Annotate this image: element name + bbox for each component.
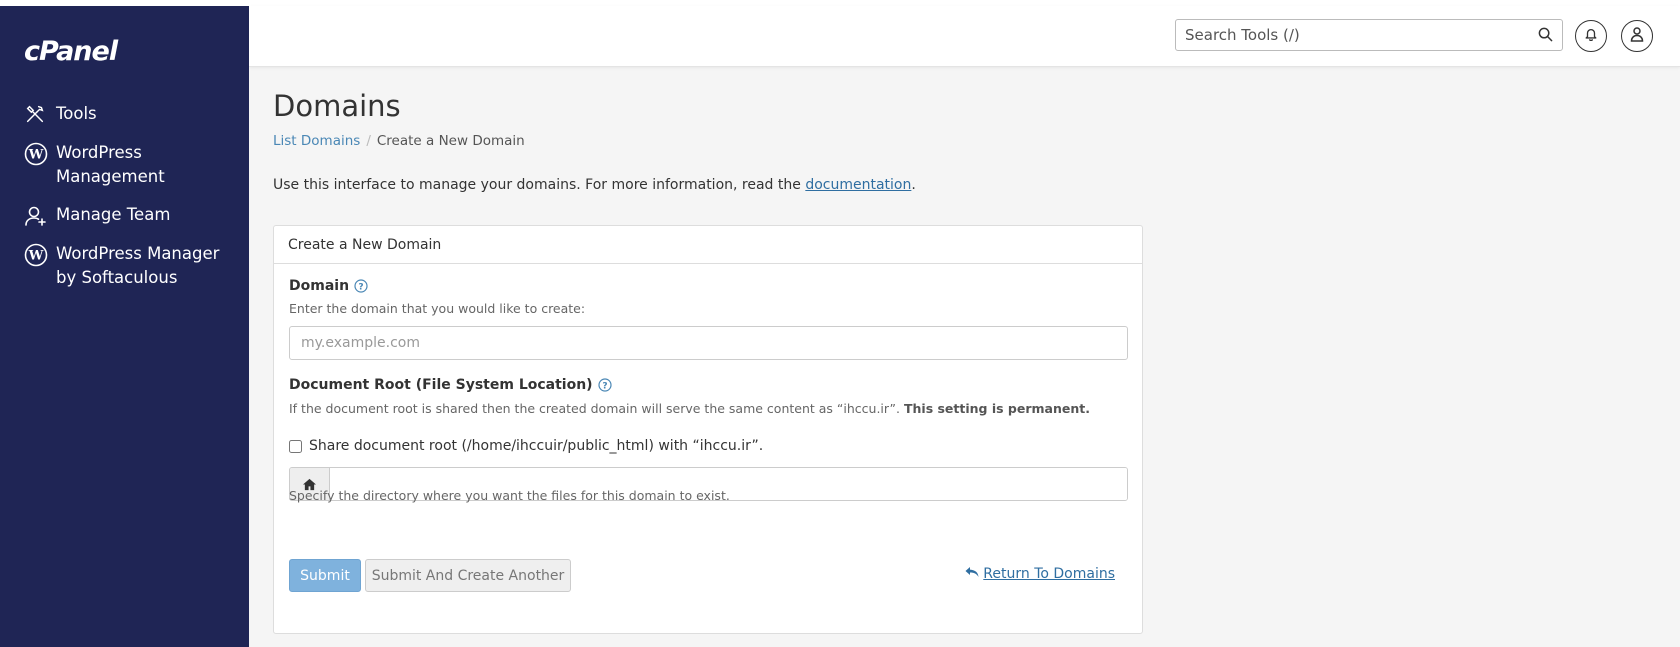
sidebar-item-tools[interactable]: Tools — [24, 102, 239, 127]
breadcrumb-list-domains[interactable]: List Domains — [273, 133, 360, 149]
svg-text:W: W — [28, 249, 44, 264]
docroot-label: Document Root (File System Location) ? — [289, 377, 612, 393]
wordpress-icon: W — [24, 243, 48, 267]
breadcrumb-current: Create a New Domain — [376, 133, 525, 149]
panel-title: Create a New Domain — [274, 226, 1142, 264]
sidebar-item-wordpress-manager-softaculous[interactable]: W WordPress Manager by Softaculous — [24, 242, 239, 290]
sidebar-item-label: WordPress Management — [56, 143, 165, 186]
docroot-help-text: If the document root is shared then the … — [289, 401, 1090, 416]
sidebar: cPanel Tools W WordPress Management Mana… — [0, 6, 249, 647]
share-docroot-checkbox[interactable] — [289, 439, 302, 453]
domain-input[interactable] — [289, 326, 1128, 360]
svg-text:?: ? — [602, 382, 607, 392]
help-icon[interactable]: ? — [597, 378, 612, 392]
cpanel-logo[interactable]: cPanel — [24, 36, 118, 67]
intro-text-body: Use this interface to manage your domain… — [273, 177, 806, 193]
submit-button[interactable]: Submit — [289, 559, 361, 592]
submit-and-create-another-button[interactable]: Submit And Create Another — [365, 559, 571, 592]
search-input[interactable] — [1176, 20, 1526, 50]
reply-arrow-icon — [965, 566, 983, 582]
docroot-label-text: Document Root (File System Location) — [289, 377, 593, 393]
docroot-help-body: If the document root is shared then the … — [289, 401, 904, 416]
breadcrumb: List Domains / Create a New Domain — [273, 133, 525, 149]
user-icon — [1630, 26, 1644, 47]
create-domain-panel: Create a New Domain Domain ? Enter the d… — [273, 225, 1143, 634]
svg-text:W: W — [28, 148, 44, 163]
add-user-icon — [24, 204, 48, 228]
breadcrumb-separator: / — [366, 133, 371, 149]
documentation-link[interactable]: documentation — [805, 177, 911, 193]
svg-text:?: ? — [358, 283, 363, 293]
sidebar-item-wordpress-management[interactable]: W WordPress Management — [24, 141, 239, 189]
permanent-warning: This setting is permanent. — [903, 401, 1090, 416]
return-to-domains-link[interactable]: Return To Domains — [965, 566, 1115, 582]
domain-label-text: Domain — [289, 278, 350, 294]
wordpress-icon: W — [24, 142, 48, 166]
sidebar-nav: Tools W WordPress Management Manage Team — [24, 102, 239, 304]
search-icon[interactable] — [1538, 27, 1554, 43]
sidebar-item-label: WordPress Manager by Softaculous — [56, 244, 220, 287]
user-menu-button[interactable] — [1621, 20, 1653, 52]
domain-help-text: Enter the domain that you would like to … — [289, 301, 586, 316]
top-header — [249, 6, 1680, 67]
intro-text: Use this interface to manage your domain… — [273, 177, 916, 193]
help-icon[interactable]: ? — [354, 279, 368, 293]
docroot-hint-text: Specify the directory where you want the… — [289, 488, 730, 503]
sidebar-item-label: Manage Team — [56, 205, 171, 224]
sidebar-item-label: Tools — [56, 104, 97, 123]
search-box — [1175, 19, 1563, 51]
tools-icon — [24, 103, 48, 127]
sidebar-item-manage-team[interactable]: Manage Team — [24, 203, 239, 228]
share-docroot-row[interactable]: Share document root (/home/ihccuir/publi… — [289, 438, 763, 454]
share-docroot-label: Share document root (/home/ihccuir/publi… — [309, 438, 764, 454]
domain-label: Domain ? — [289, 278, 368, 294]
bell-icon — [1584, 27, 1598, 46]
return-to-domains-label: Return To Domains — [983, 566, 1115, 582]
intro-text-end: . — [911, 177, 916, 193]
notifications-button[interactable] — [1575, 20, 1607, 52]
page-title: Domains — [273, 89, 401, 123]
